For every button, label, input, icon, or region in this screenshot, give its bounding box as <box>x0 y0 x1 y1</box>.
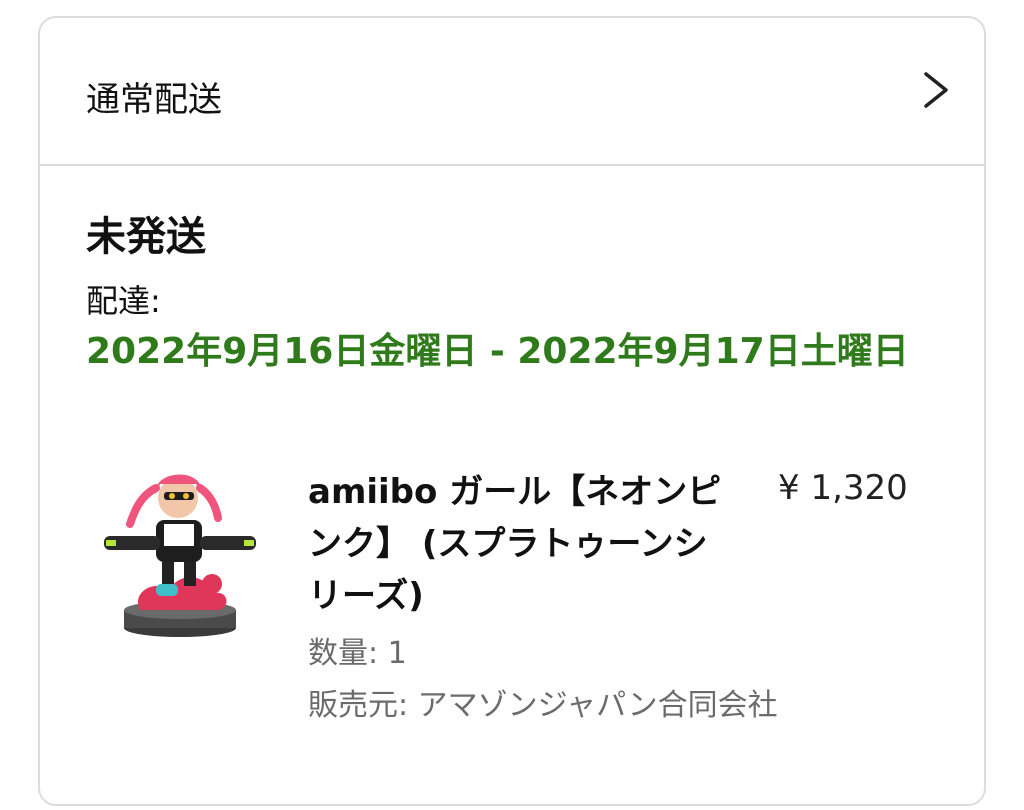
delivery-label: 配達: <box>86 282 161 320</box>
shipping-method-row[interactable]: 通常配送 <box>40 18 984 166</box>
product-price: ¥ 1,320 <box>778 468 908 508</box>
shipping-method-label: 通常配送 <box>86 80 222 120</box>
product-image[interactable] <box>100 460 260 638</box>
product-quantity: 数量: 1 <box>308 636 407 671</box>
chevron-right-icon[interactable] <box>920 70 952 110</box>
delivery-date-range: 2022年9月16日金曜日 - 2022年9月17日土曜日 <box>86 331 909 372</box>
product-title[interactable]: amiibo ガール【ネオンピンク】 (スプラトゥーンシリーズ) <box>308 466 728 622</box>
shipment-status: 未発送 <box>86 214 206 260</box>
order-card: 通常配送 未発送 配達: 2022年9月16日金曜日 - 2022年9月17日土… <box>38 16 986 806</box>
product-seller: 販売元: アマゾンジャパン合同会社 <box>308 688 778 723</box>
